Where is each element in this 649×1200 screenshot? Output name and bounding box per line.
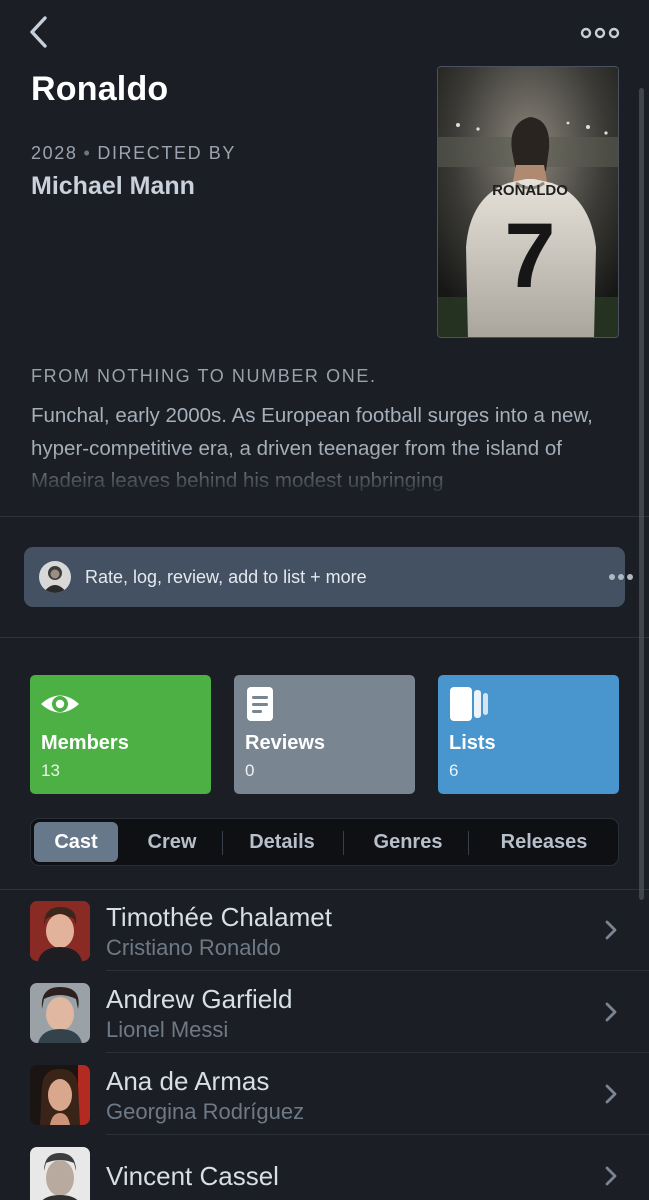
film-meta: 2028 • DIRECTED BY xyxy=(31,143,236,164)
actor-photo xyxy=(30,983,90,1043)
film-tagline: FROM NOTHING TO NUMBER ONE. xyxy=(31,366,377,386)
chevron-right-icon xyxy=(605,920,617,940)
chevron-left-icon xyxy=(30,16,47,48)
film-synopsis[interactable]: Funchal, early 2000s. As European footba… xyxy=(31,400,621,492)
actor-name: Timothée Chalamet xyxy=(106,902,332,932)
chevron-right-icon xyxy=(605,1166,617,1186)
tab-separator xyxy=(222,831,223,855)
detail-tabs: Cast Crew Details Genres Releases xyxy=(30,818,619,866)
actor-name: Ana de Armas xyxy=(106,1066,270,1096)
actor-photo xyxy=(30,1147,90,1200)
character-name: Georgina Rodríguez xyxy=(106,1099,305,1124)
poster-number-text: 7 xyxy=(504,205,555,307)
lists-card[interactable]: Lists 6 xyxy=(438,675,619,794)
back-button[interactable] xyxy=(24,14,56,50)
more-horizontal-icon xyxy=(580,27,620,39)
rate-log-review-bar[interactable]: Rate, log, review, add to list + more xyxy=(24,547,633,607)
character-name: Lionel Messi xyxy=(106,1017,229,1042)
lists-label: Lists xyxy=(449,732,496,754)
reviews-count: 0 xyxy=(245,761,255,780)
members-label: Members xyxy=(41,732,129,754)
film-title: Ronaldo xyxy=(31,70,169,108)
members-card[interactable]: Members 13 xyxy=(30,675,211,794)
lists-count: 6 xyxy=(449,761,459,780)
more-options-button[interactable] xyxy=(578,22,622,44)
actor-name: Vincent Cassel xyxy=(106,1161,279,1191)
action-bar-label: Rate, log, review, add to list + more xyxy=(85,567,367,587)
user-avatar xyxy=(39,561,71,593)
chevron-right-icon xyxy=(605,1084,617,1104)
directed-by-label: DIRECTED BY xyxy=(97,143,236,163)
top-bar xyxy=(0,0,649,64)
document-icon xyxy=(247,687,273,721)
members-count: 13 xyxy=(41,761,60,780)
director-link[interactable]: Michael Mann xyxy=(31,172,195,201)
poster-name-text: RONALDO xyxy=(492,182,568,199)
more-horizontal-icon[interactable] xyxy=(608,571,634,583)
tab-cast[interactable]: Cast xyxy=(34,822,118,862)
scrollbar[interactable] xyxy=(639,88,644,900)
lists-icon xyxy=(450,687,488,721)
section-divider xyxy=(0,637,649,638)
actor-name: Andrew Garfield xyxy=(106,984,293,1014)
character-name: Cristiano Ronaldo xyxy=(106,935,281,960)
tab-details[interactable]: Details xyxy=(227,822,337,862)
section-divider xyxy=(0,516,649,517)
reviews-label: Reviews xyxy=(245,732,326,754)
cast-row[interactable]: Ana de Armas Georgina Rodríguez xyxy=(0,1053,649,1135)
film-poster[interactable]: RONALDO 7 xyxy=(437,66,619,338)
reviews-card[interactable]: Reviews 0 xyxy=(234,675,415,794)
actor-photo xyxy=(30,901,90,961)
tab-separator xyxy=(468,831,469,855)
cast-row[interactable]: Andrew Garfield Lionel Messi xyxy=(0,971,649,1053)
tab-separator xyxy=(343,831,344,855)
tab-crew[interactable]: Crew xyxy=(127,822,217,862)
actor-photo xyxy=(30,1065,90,1125)
separator-dot: • xyxy=(83,143,92,163)
cast-row[interactable]: Vincent Cassel xyxy=(0,1135,649,1200)
tab-genres[interactable]: Genres xyxy=(349,822,467,862)
cast-row[interactable]: Timothée Chalamet Cristiano Ronaldo xyxy=(0,889,649,971)
tab-releases[interactable]: Releases xyxy=(475,822,613,862)
chevron-right-icon xyxy=(605,1002,617,1022)
eye-icon xyxy=(41,695,79,713)
film-year[interactable]: 2028 xyxy=(31,143,77,163)
